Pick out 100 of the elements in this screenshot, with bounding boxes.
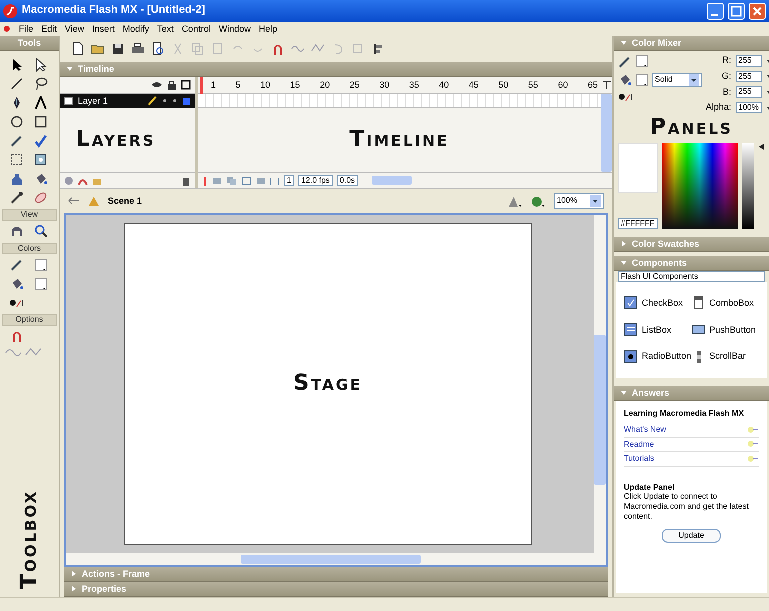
magnet-icon[interactable] bbox=[271, 42, 285, 56]
fill-transform-icon[interactable] bbox=[34, 152, 48, 166]
component-item[interactable]: CheckBox bbox=[624, 290, 692, 316]
magnifier-icon[interactable] bbox=[34, 224, 48, 238]
onion-outline-icon[interactable] bbox=[242, 176, 252, 186]
layer-row[interactable]: Layer 1 bbox=[60, 94, 195, 108]
outline-icon[interactable] bbox=[181, 80, 191, 90]
answers-link[interactable]: Tutorials bbox=[624, 454, 654, 464]
playhead-icon[interactable] bbox=[202, 176, 208, 186]
frame-number: 65 bbox=[588, 80, 598, 90]
component-set-select[interactable]: Flash UI Components bbox=[618, 271, 765, 282]
layer-icon[interactable] bbox=[64, 96, 74, 106]
expand-arrow-icon[interactable] bbox=[620, 240, 628, 248]
fill-color-swatch[interactable] bbox=[636, 74, 648, 86]
collapse-arrow-icon[interactable] bbox=[66, 65, 74, 73]
radiobutton-icon bbox=[624, 350, 638, 364]
line-icon[interactable] bbox=[10, 76, 24, 90]
timeline-menu-icon[interactable] bbox=[602, 80, 612, 90]
update-button[interactable]: Update bbox=[662, 529, 722, 544]
collapse-arrow-icon[interactable] bbox=[620, 389, 628, 398]
scrollbar[interactable] bbox=[601, 94, 612, 172]
paint-bucket-icon[interactable] bbox=[34, 172, 48, 186]
stroke-color-swatch[interactable] bbox=[636, 55, 648, 67]
ink-bottle-icon[interactable] bbox=[10, 172, 24, 186]
component-item[interactable]: ComboBox bbox=[692, 290, 759, 316]
swap-colors-icon[interactable] bbox=[618, 91, 634, 103]
answers-link[interactable]: Readme bbox=[624, 440, 654, 450]
scene-name[interactable]: Scene 1 bbox=[108, 196, 142, 206]
paint-bucket-icon[interactable] bbox=[618, 73, 632, 87]
collapse-arrow-icon[interactable] bbox=[620, 39, 628, 47]
checkbox-icon bbox=[624, 296, 638, 310]
maximize-icon[interactable] bbox=[728, 2, 745, 20]
dot-icon[interactable] bbox=[172, 98, 178, 104]
onion-markers-icon[interactable] bbox=[270, 176, 280, 186]
channel-field[interactable]: 255 bbox=[736, 70, 762, 82]
menu-item[interactable]: Text bbox=[157, 24, 174, 34]
text-tool-icon[interactable] bbox=[34, 96, 48, 110]
zoom-select[interactable]: 100% bbox=[554, 193, 604, 209]
channel-label: R: bbox=[722, 55, 732, 66]
edit-scene-icon[interactable] bbox=[508, 194, 523, 208]
panel-title: Actions - Frame bbox=[82, 568, 150, 580]
menu-item[interactable]: Window bbox=[218, 24, 251, 34]
add-layer-icon[interactable] bbox=[64, 176, 74, 186]
lock-icon[interactable] bbox=[167, 80, 177, 90]
slider-arrow-icon[interactable] bbox=[758, 143, 765, 152]
collapse-arrow-icon[interactable] bbox=[620, 259, 628, 268]
free-transform-icon[interactable] bbox=[10, 152, 24, 166]
frame-number: 50 bbox=[498, 80, 509, 90]
oval-icon[interactable] bbox=[10, 114, 24, 128]
menu-item[interactable]: View bbox=[65, 24, 84, 34]
brightness-bar[interactable] bbox=[742, 143, 754, 230]
hex-field[interactable]: #FFFFFF bbox=[618, 218, 658, 230]
new-file-icon[interactable] bbox=[71, 42, 85, 56]
stroke-color-swatch[interactable] bbox=[35, 258, 47, 271]
menu-item[interactable]: Insert bbox=[92, 24, 115, 34]
answers-link[interactable]: What's New bbox=[624, 424, 666, 435]
color-spectrum[interactable] bbox=[662, 143, 738, 230]
magnet-icon[interactable] bbox=[10, 329, 24, 344]
brush-icon[interactable] bbox=[34, 134, 48, 148]
square-icon[interactable] bbox=[182, 96, 191, 106]
pencil-icon[interactable] bbox=[618, 55, 632, 69]
print-icon[interactable] bbox=[131, 42, 145, 56]
minimize-icon[interactable] bbox=[707, 2, 724, 20]
eyedropper-icon[interactable] bbox=[10, 190, 24, 204]
paint-bucket-icon[interactable] bbox=[10, 276, 24, 291]
edit-symbol-icon[interactable] bbox=[531, 194, 546, 208]
channel-label: G: bbox=[722, 70, 732, 82]
eraser-icon[interactable] bbox=[34, 190, 48, 204]
menu-item[interactable]: File bbox=[19, 24, 34, 34]
lasso-icon[interactable] bbox=[34, 76, 48, 90]
channel-field[interactable]: 255 bbox=[736, 86, 762, 98]
component-item[interactable]: ScrollBar bbox=[692, 344, 759, 370]
scrollbar[interactable] bbox=[594, 215, 606, 553]
back-arrow-icon[interactable] bbox=[68, 196, 80, 206]
align-icon[interactable] bbox=[371, 42, 385, 56]
eye-icon[interactable] bbox=[151, 80, 163, 90]
component-item[interactable]: PushButton bbox=[692, 317, 759, 344]
fill-style-select[interactable]: Solid bbox=[652, 73, 702, 87]
close-icon[interactable] bbox=[749, 2, 766, 20]
save-icon[interactable] bbox=[111, 42, 125, 56]
dot-icon[interactable] bbox=[162, 98, 168, 104]
menu-item[interactable]: Edit bbox=[42, 24, 58, 34]
menu-item[interactable]: Modify bbox=[122, 24, 150, 34]
menu-item[interactable]: Help bbox=[258, 24, 278, 34]
fill-color-swatch[interactable] bbox=[35, 278, 47, 290]
menu-item[interactable]: Control bbox=[182, 24, 211, 34]
scrollbar[interactable] bbox=[66, 553, 606, 565]
pencil-icon[interactable] bbox=[10, 134, 24, 148]
component-item[interactable]: RadioButton bbox=[624, 344, 692, 370]
component-item[interactable]: ListBox bbox=[624, 317, 692, 344]
frame-number: 20 bbox=[320, 80, 330, 90]
print-preview-icon[interactable] bbox=[151, 42, 165, 56]
panels-label: Panels bbox=[650, 115, 733, 140]
rectangle-icon[interactable] bbox=[34, 114, 48, 128]
pencil-icon[interactable] bbox=[10, 258, 24, 272]
trash-icon[interactable] bbox=[181, 176, 191, 186]
channel-field[interactable]: 255 bbox=[736, 55, 762, 67]
pencil-icon[interactable] bbox=[148, 96, 158, 106]
subselect-icon[interactable] bbox=[34, 58, 48, 72]
channel-field[interactable]: 100% bbox=[736, 102, 762, 114]
